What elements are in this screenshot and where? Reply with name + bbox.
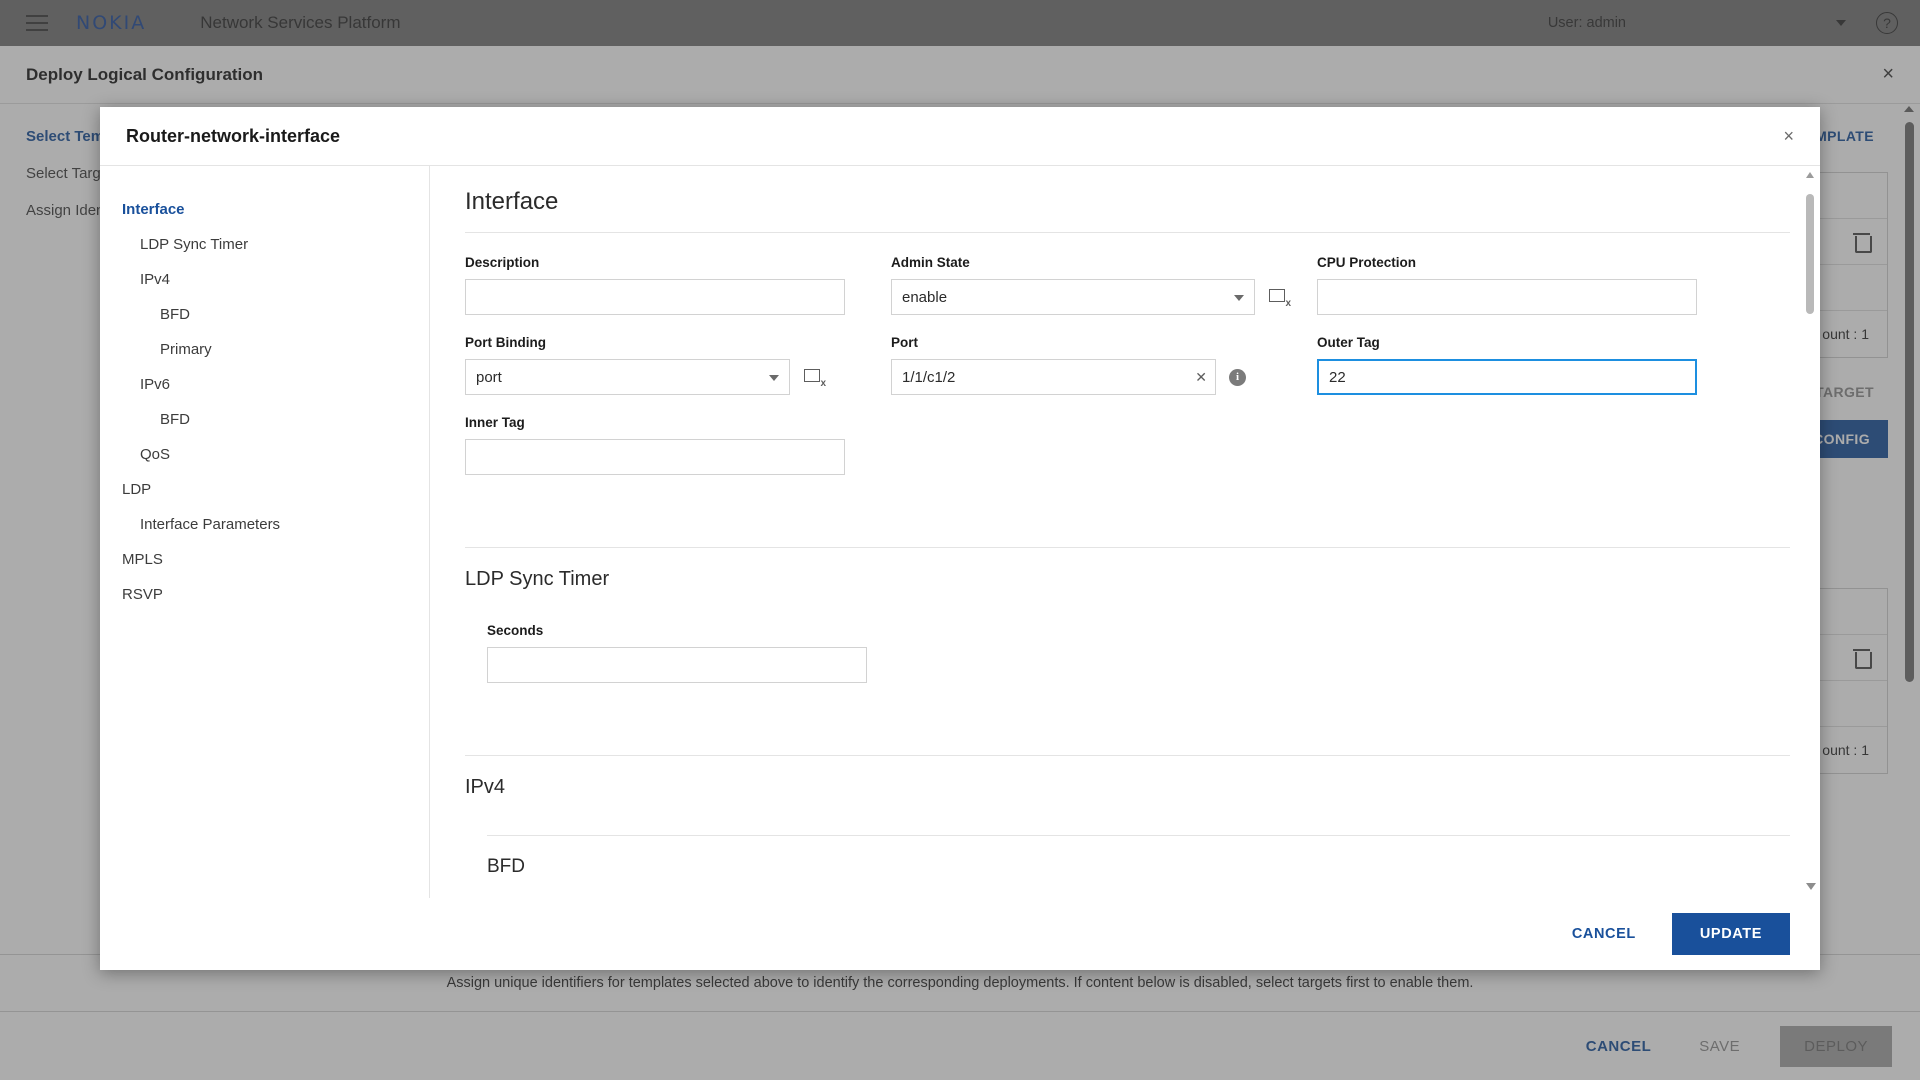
admin-state-value: enable [902,288,948,306]
nav-item-interface-parameters[interactable]: Interface Parameters [100,507,429,542]
router-network-interface-dialog: Router-network-interface × Interface LDP… [100,107,1820,970]
dialog-footer: CANCEL UPDATE [100,898,1820,970]
field-label-admin-state: Admin State [891,255,970,270]
field-cpu-protection: CPU Protection [1317,255,1802,315]
field-port-binding: Port Binding port x [465,335,865,395]
clear-field-icon[interactable]: x [1269,288,1291,309]
field-label-port: Port [891,335,918,350]
inner-tag-input[interactable] [465,439,845,475]
cpu-protection-input[interactable] [1317,279,1697,315]
interface-field-grid: Description Admin State enable x CPU Pro… [430,233,1802,495]
port-input[interactable] [891,359,1216,395]
close-icon[interactable]: × [1783,127,1794,145]
info-icon[interactable]: i [1229,368,1246,386]
nav-item-qos[interactable]: QoS [100,437,429,472]
nav-item-ldp[interactable]: LDP [100,472,429,507]
dialog-cancel-button[interactable]: CANCEL [1550,914,1658,954]
scroll-up-arrow-icon[interactable] [1806,172,1814,178]
field-label-inner-tag: Inner Tag [465,415,525,430]
ipv4-heading: IPv4 [465,776,506,798]
dialog-header: Router-network-interface × [100,107,1820,165]
port-binding-select[interactable]: port [465,359,790,395]
chevron-down-icon [769,375,779,381]
ldp-sync-timer-heading: LDP Sync Timer [465,568,610,590]
nav-item-ipv4-bfd[interactable]: BFD [100,297,429,332]
field-outer-tag: Outer Tag [1317,335,1802,395]
nav-item-ipv4[interactable]: IPv4 [100,262,429,297]
seconds-input[interactable] [487,647,867,683]
nav-item-rsvp[interactable]: RSVP [100,577,429,612]
nav-item-mpls[interactable]: MPLS [100,542,429,577]
dialog-title: Router-network-interface [126,125,341,146]
outer-tag-input[interactable] [1317,359,1697,395]
clear-input-icon[interactable]: ✕ [1195,370,1207,384]
field-inner-tag: Inner Tag [465,415,865,475]
nav-item-ipv6-bfd[interactable]: BFD [100,402,429,437]
clear-field-icon[interactable]: x [804,368,826,389]
nav-item-ipv4-primary[interactable]: Primary [100,332,429,367]
dialog-body: Interface LDP Sync Timer IPv4 BFD Primar… [100,165,1820,898]
dialog-nav-tree: Interface LDP Sync Timer IPv4 BFD Primar… [100,166,430,898]
scroll-down-arrow-icon[interactable] [1806,883,1816,890]
interface-section-heading: Interface [465,188,559,215]
ipv4-bfd-grid: Admin State Select Item x Tran [430,888,1802,898]
field-port: Port ✕ i [891,335,1291,395]
form-scroll-area: Interface Description Admin State enable… [430,166,1802,898]
ldp-sync-timer-grid: Seconds [430,601,1802,703]
dialog-form-pane: Interface Description Admin State enable… [430,166,1820,898]
admin-state-select[interactable]: enable [891,279,1255,315]
dialog-scrollbar[interactable] [1802,166,1818,898]
field-label-seconds: Seconds [487,623,544,638]
nav-item-ldp-sync-timer[interactable]: LDP Sync Timer [100,227,429,262]
dialog-update-button[interactable]: UPDATE [1671,913,1790,955]
port-binding-value: port [476,368,502,386]
field-label-description: Description [465,255,540,270]
field-label-port-binding: Port Binding [465,335,546,350]
description-input[interactable] [465,279,845,315]
dialog-scrollbar-thumb[interactable] [1806,194,1814,314]
field-label-outer-tag: Outer Tag [1317,335,1380,350]
nav-item-ipv6[interactable]: IPv6 [100,367,429,402]
field-admin-state: Admin State enable x [891,255,1291,315]
field-description: Description [465,255,865,315]
chevron-down-icon [1234,295,1244,301]
ipv4-bfd-heading: BFD [487,856,525,877]
field-seconds: Seconds [487,623,887,683]
nav-item-interface[interactable]: Interface [100,192,429,227]
field-label-cpu-protection: CPU Protection [1317,255,1417,270]
